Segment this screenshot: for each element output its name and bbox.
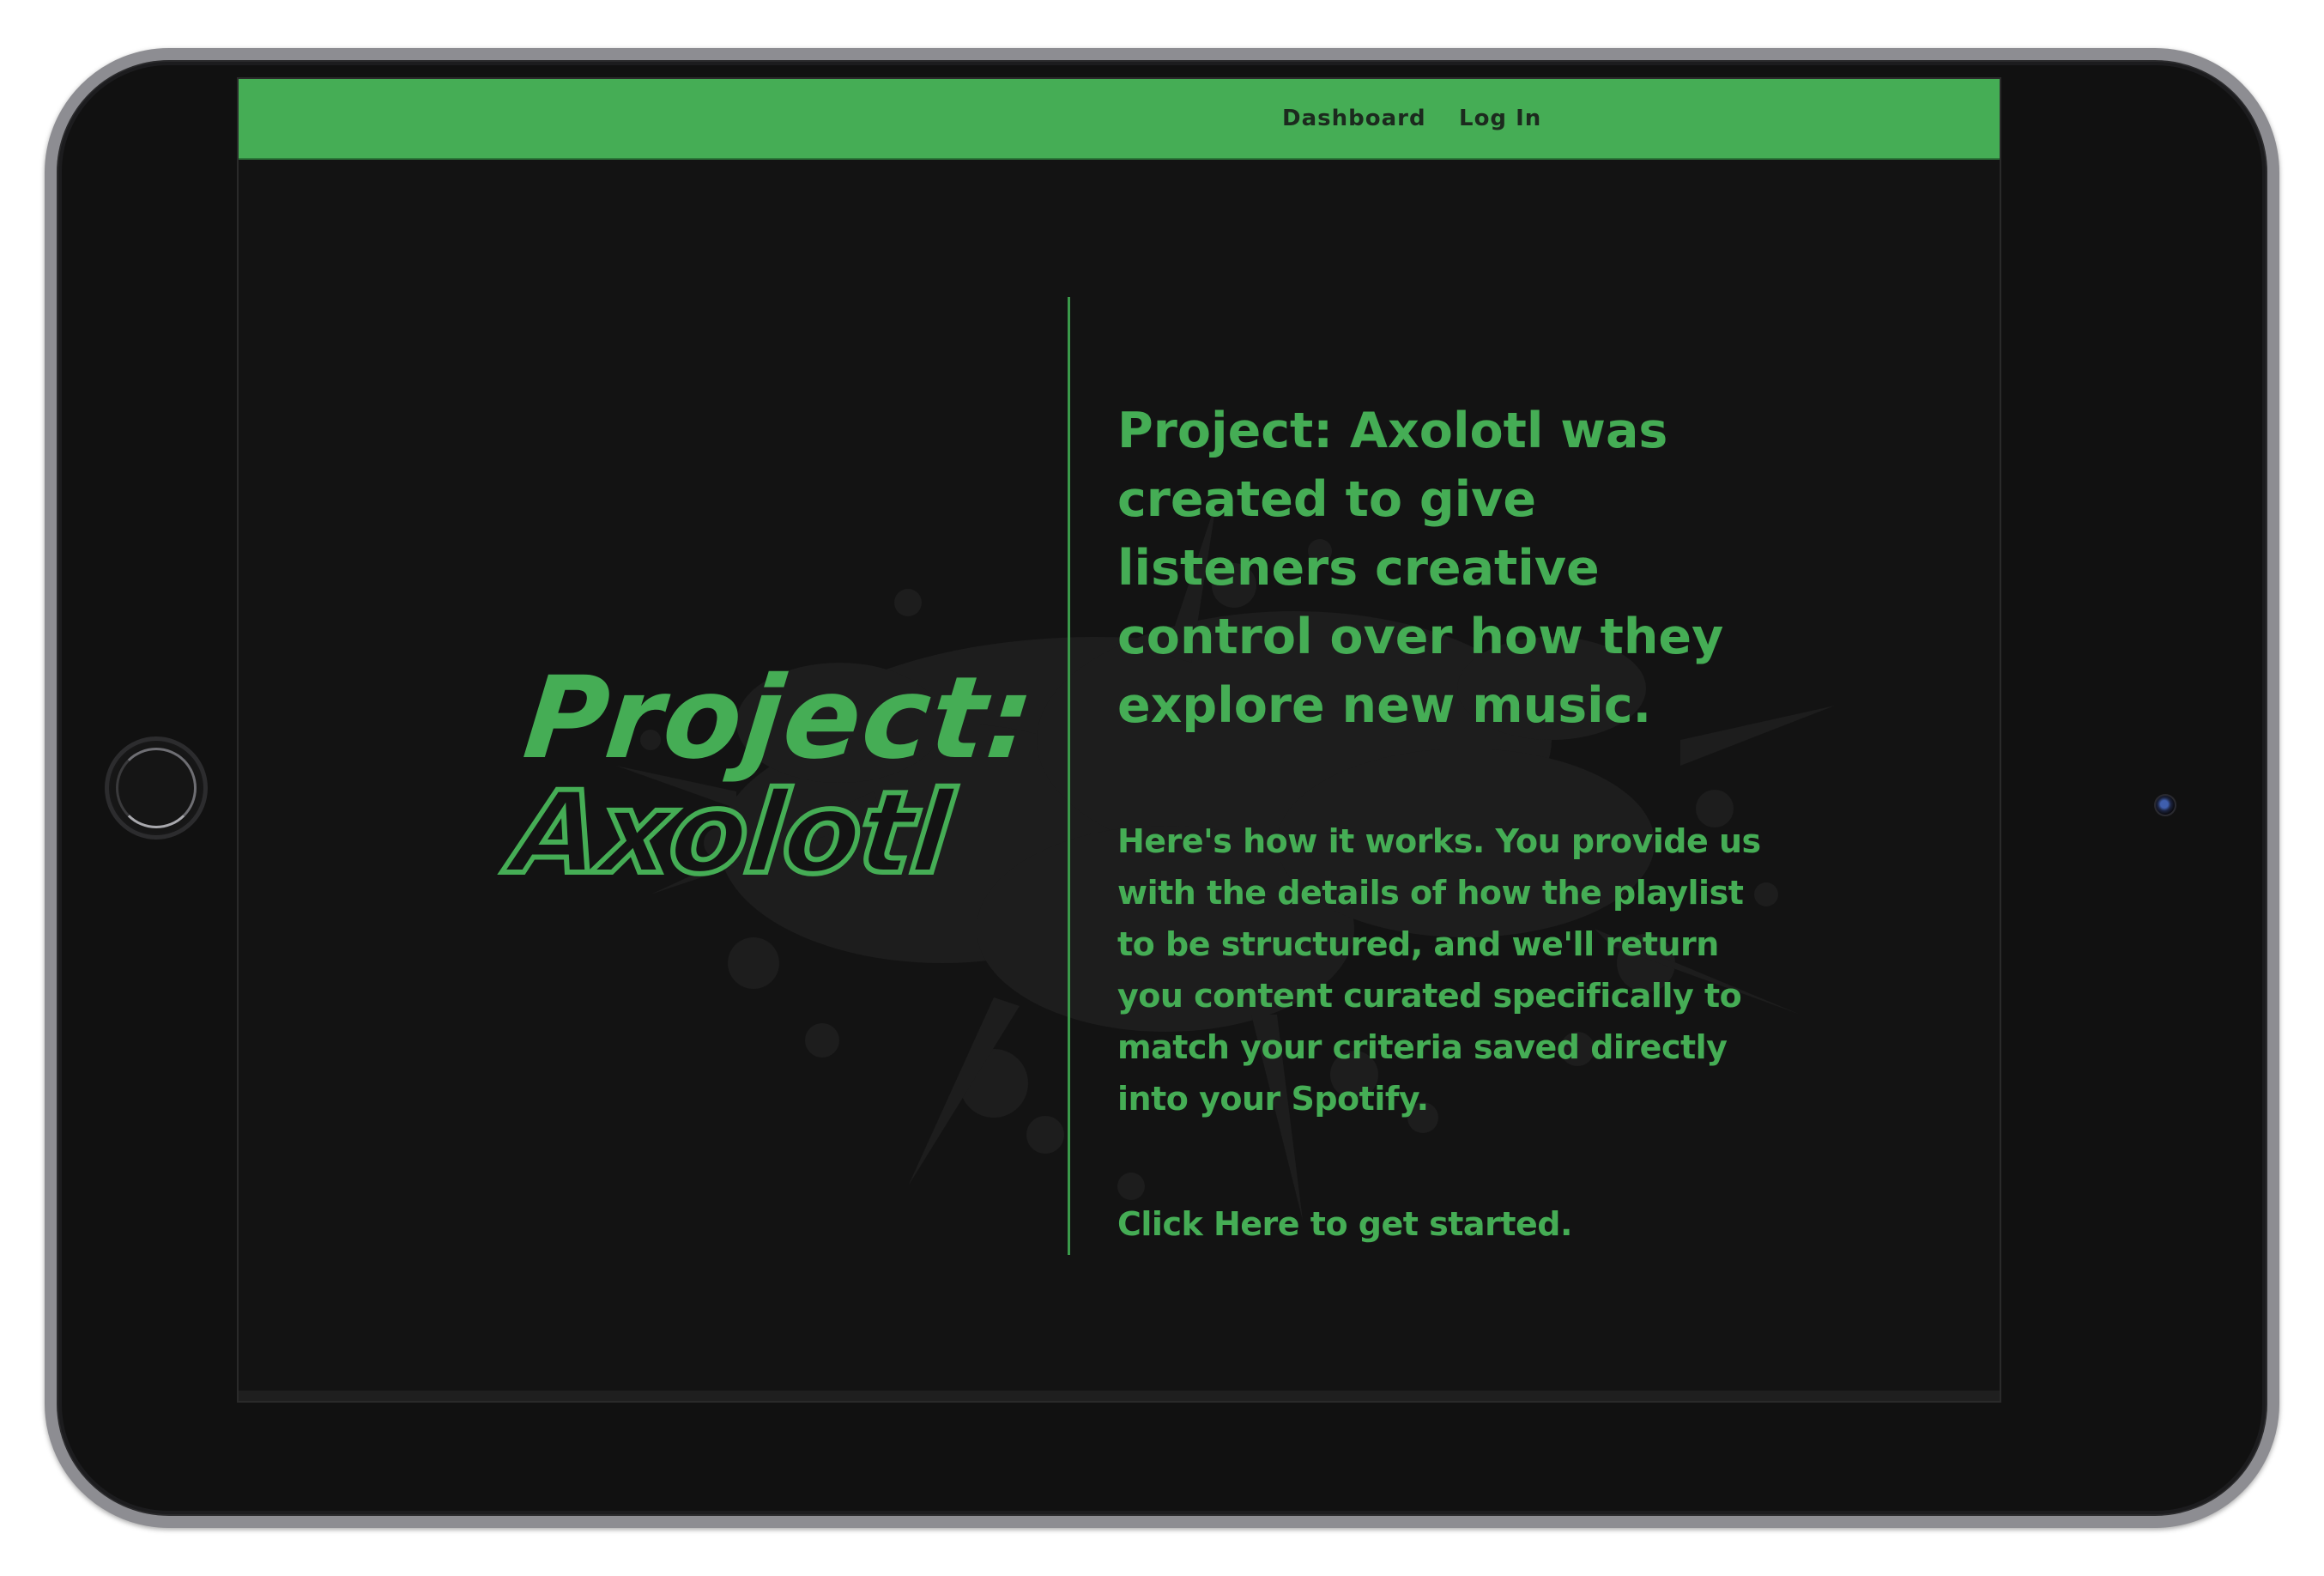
- project-axolotl-logo: Project: Axolotl: [504, 652, 1062, 910]
- get-started-link[interactable]: Click Here to get started.: [1117, 1205, 1572, 1243]
- logo-text-axolotl: Axolotl: [504, 765, 959, 902]
- browser-screen: Dashboard Log In Project: Axolotl Projec…: [239, 79, 2000, 1401]
- bottom-bar: [239, 1391, 2000, 1401]
- how-it-works-text: Here's how it works. You provide us with…: [1117, 822, 1761, 1118]
- vertical-divider: [1068, 297, 1070, 1255]
- navbar: Dashboard Log In: [239, 79, 2000, 160]
- hero-headline: Project: Axolotl was created to give lis…: [1117, 403, 1724, 734]
- camera-icon: [2154, 794, 2176, 816]
- nav-link-dashboard[interactable]: Dashboard: [1282, 106, 1426, 131]
- logo-text-project: Project:: [517, 652, 1042, 785]
- home-button[interactable]: [105, 736, 208, 840]
- nav-link-login[interactable]: Log In: [1459, 106, 1541, 131]
